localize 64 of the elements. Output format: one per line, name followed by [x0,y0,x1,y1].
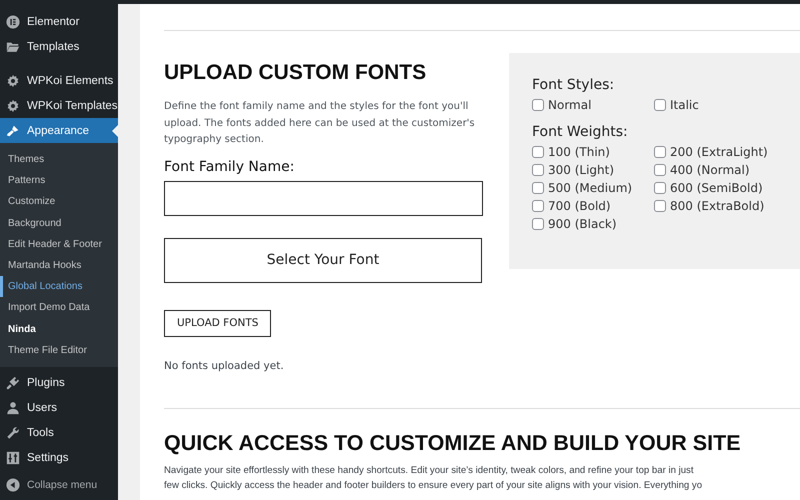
menu-item[interactable]: Appearance [0,118,118,143]
menu-item[interactable]: WPKoi Elements [0,68,118,93]
checkbox[interactable] [654,164,666,176]
checkbox[interactable] [532,99,544,111]
menu-item[interactable]: Plugins [0,370,118,396]
checkbox[interactable] [654,182,666,194]
checkbox-label: 900 (Black) [548,217,617,231]
user-icon [6,401,20,416]
select-font-button[interactable]: Select Your Font [164,238,482,282]
menu-item[interactable]: Tools [0,420,118,446]
upload-fonts-button[interactable]: UPLOAD FONTS [164,310,272,336]
checkbox-label: 500 (Medium) [548,181,632,195]
checkbox-label: Normal [548,98,592,112]
submenu-item[interactable]: Martanda Hooks [0,254,118,276]
submenu-item[interactable]: Theme File Editor [0,340,118,361]
paragraph-line: few clicks. Quickly access the header and footer builders to ensure every part of your site aligns with your vision. Everything yo [164,478,704,492]
checkbox[interactable] [532,200,544,212]
gear-icon [6,98,20,112]
menu-item[interactable]: Templates [0,34,118,59]
checkbox[interactable] [654,99,666,111]
checkbox-label: 700 (Bold) [548,199,611,213]
elementor-icon [6,14,20,28]
submenu-item[interactable]: Ninda [0,318,118,340]
checkbox-label: 300 (Light) [548,163,614,177]
checkbox-label: 400 (Normal) [670,163,750,177]
empty-note: No fonts uploaded yet. [164,360,285,372]
gear-icon [6,74,20,88]
description-text: Define the font family name and the styles for the font you'll upload. The fonts added here can be used at the customizer's typography section. [164,100,476,147]
checkbox-label: 100 (Thin) [548,145,610,159]
plug-icon [6,376,20,390]
field-label: Font Family Name: [164,158,296,174]
checkbox[interactable] [532,182,544,194]
checkbox[interactable] [654,200,666,212]
submenu-item[interactable]: Background [0,212,118,234]
submenu-item[interactable]: Patterns [0,170,118,192]
folder-icon [6,40,20,54]
menu-item[interactable]: Users [0,396,118,421]
submenu-item[interactable]: Customize [0,191,118,213]
menu-item[interactable]: Settings [0,446,118,471]
checkbox[interactable] [654,146,666,158]
submenu-item[interactable]: Themes [0,149,118,170]
font-family-field[interactable] [164,180,483,216]
section-heading: QUICK ACCESS TO CUSTOMIZE AND BUILD YOUR SITE [164,430,742,456]
checkbox-label: 800 (ExtraBold) [670,199,764,213]
group-label: Font Styles: [532,77,616,93]
paragraph-line: Navigate your site effortlessly with these handy shortcuts. Edit your site’s identity, tweak colors, and refine your top bar in just [164,464,695,478]
submenu-item[interactable]: Edit Header & Footer [0,234,118,255]
checkbox[interactable] [532,164,544,176]
checkbox-label: 200 (ExtraLight) [670,145,768,159]
menu-item[interactable]: WPKoi Templates [0,93,118,118]
submenu-item[interactable]: Global Locations [0,276,118,298]
collapse-menu-button[interactable]: Collapse menu [0,472,118,498]
collapse-icon [6,478,20,492]
checkbox-label: 600 (SemiBold) [670,181,763,195]
group-label: Font Weights: [532,124,629,140]
section-heading: UPLOAD CUSTOM FONTS [164,61,428,85]
checkbox[interactable] [532,146,544,158]
menu-item[interactable]: Elementor [0,9,118,34]
sliders-icon [6,451,20,466]
checkbox[interactable] [532,218,544,230]
wrench-icon [6,426,20,440]
checkbox-label: Italic [670,98,699,112]
submenu-item[interactable]: Import Demo Data [0,297,118,318]
brush-icon [6,124,20,138]
